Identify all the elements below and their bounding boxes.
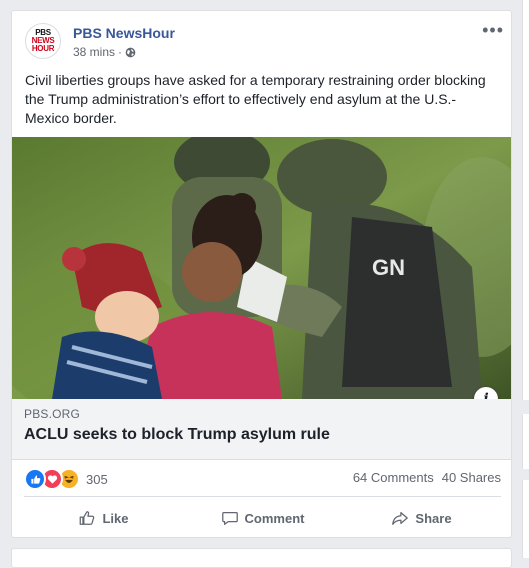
comment-button[interactable]: Comment	[183, 502, 342, 534]
link-headline[interactable]: ACLU seeks to block Trump asylum rule	[24, 426, 330, 444]
reactions-summary[interactable]: 305	[24, 468, 108, 490]
like-button[interactable]: Like	[24, 502, 183, 534]
thumbs-up-icon	[80, 511, 95, 525]
post-meta: 38 mins ·	[73, 45, 136, 59]
comment-icon	[221, 511, 238, 525]
reaction-count[interactable]: 305	[86, 472, 108, 487]
divider	[24, 496, 501, 497]
share-icon	[392, 511, 409, 525]
right-column-panel	[522, 414, 529, 469]
post-message: Civil liberties groups have asked for a …	[25, 72, 486, 126]
share-button[interactable]: Share	[342, 502, 501, 534]
link-preview-caption[interactable]: PBS.ORG ACLU seeks to block Trump asylum…	[12, 399, 511, 460]
svg-text:GN: GN	[372, 255, 405, 280]
comment-label: Comment	[244, 510, 305, 526]
news-feed-post: PBS NEWS HOUR PBS NewsHour 38 mins · •••…	[11, 10, 512, 538]
share-label: Share	[415, 510, 452, 526]
more-horizontal-icon[interactable]: •••	[482, 21, 504, 39]
link-domain: PBS.ORG	[24, 407, 81, 421]
engagement-stats: 64 Comments 40 Shares	[353, 470, 501, 485]
comments-count[interactable]: 64 Comments	[353, 470, 434, 485]
like-label: Like	[102, 510, 129, 526]
shares-count[interactable]: 40 Shares	[442, 470, 501, 485]
like-reaction-icon	[24, 468, 46, 490]
meta-separator: ·	[118, 45, 123, 59]
post-timestamp[interactable]: 38 mins	[73, 45, 115, 59]
next-post-card	[11, 548, 512, 568]
post-actions: Like Comment Share	[24, 502, 501, 534]
post-header: PBS NEWS HOUR PBS NewsHour 38 mins · •••	[25, 21, 503, 63]
news-photo: GN	[12, 137, 511, 399]
right-column-panel	[522, 480, 529, 558]
engagement-summary: 305 64 Comments 40 Shares	[24, 463, 501, 493]
page-avatar[interactable]: PBS NEWS HOUR	[25, 23, 61, 59]
globe-icon[interactable]	[125, 47, 136, 58]
link-preview-image[interactable]: GN i	[12, 137, 511, 399]
right-column-panel	[522, 0, 529, 400]
avatar-text: HOUR	[31, 44, 55, 53]
page-name-link[interactable]: PBS NewsHour	[73, 25, 175, 41]
